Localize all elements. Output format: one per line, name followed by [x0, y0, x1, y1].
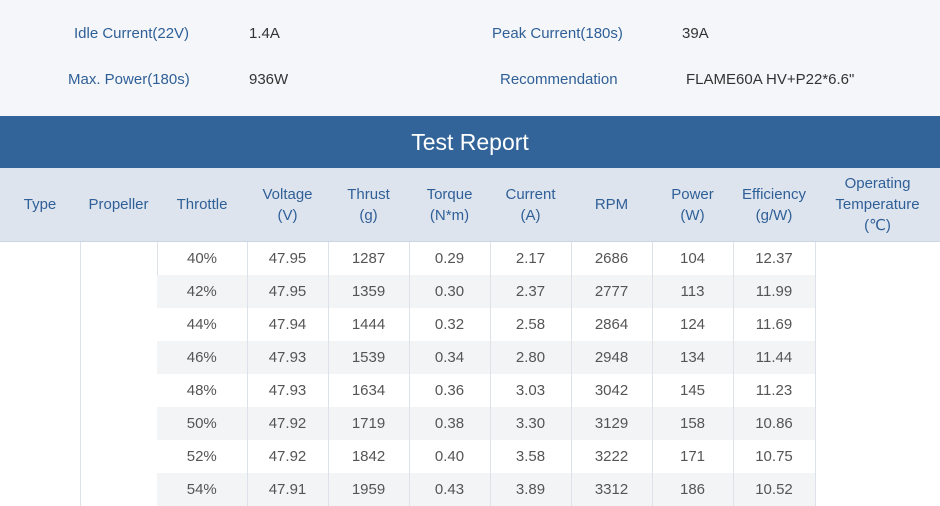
- table-header-row: Type Propeller Throttle Voltage(V) Thrus…: [0, 168, 940, 242]
- recommendation-label: Recommendation: [500, 70, 618, 90]
- max-power-value: 936W: [249, 70, 288, 90]
- type-cell: [0, 242, 80, 506]
- current-cell: 2.37: [490, 275, 571, 308]
- idle-current-value: 1.4A: [249, 24, 280, 44]
- current-cell: 3.03: [490, 374, 571, 407]
- thrust-cell: 1634: [328, 374, 409, 407]
- max-power-label: Max. Power(180s): [68, 70, 190, 90]
- thrust-cell: 1539: [328, 341, 409, 374]
- header-voltage: Voltage(V): [247, 168, 328, 242]
- efficiency-cell: 11.23: [733, 374, 815, 407]
- power-cell: 186: [652, 473, 733, 506]
- table-row: 40% 47.95 1287 0.29 2.17 2686 104 12.37: [0, 242, 940, 276]
- voltage-cell: 47.94: [247, 308, 328, 341]
- rpm-cell: 3222: [571, 440, 652, 473]
- efficiency-cell: 11.69: [733, 308, 815, 341]
- rpm-cell: 2777: [571, 275, 652, 308]
- efficiency-cell: 11.99: [733, 275, 815, 308]
- throttle-cell: 54%: [157, 473, 247, 506]
- voltage-cell: 47.95: [247, 275, 328, 308]
- rpm-cell: 2948: [571, 341, 652, 374]
- header-efficiency: Efficiency(g/W): [733, 168, 815, 242]
- thrust-cell: 1719: [328, 407, 409, 440]
- rpm-cell: 3129: [571, 407, 652, 440]
- current-cell: 2.80: [490, 341, 571, 374]
- voltage-cell: 47.95: [247, 242, 328, 276]
- torque-cell: 0.38: [409, 407, 490, 440]
- efficiency-cell: 11.44: [733, 341, 815, 374]
- recommendation-value: FLAME60A HV+P22*6.6": [686, 70, 854, 90]
- thrust-cell: 1959: [328, 473, 409, 506]
- header-power: Power(W): [652, 168, 733, 242]
- voltage-cell: 47.91: [247, 473, 328, 506]
- throttle-cell: 42%: [157, 275, 247, 308]
- current-cell: 3.89: [490, 473, 571, 506]
- power-cell: 113: [652, 275, 733, 308]
- header-type: Type: [0, 168, 80, 242]
- peak-current-label: Peak Current(180s): [492, 24, 623, 44]
- voltage-cell: 47.93: [247, 341, 328, 374]
- torque-cell: 0.43: [409, 473, 490, 506]
- throttle-cell: 48%: [157, 374, 247, 407]
- idle-current-label: Idle Current(22V): [74, 24, 189, 44]
- torque-cell: 0.30: [409, 275, 490, 308]
- current-cell: 3.30: [490, 407, 571, 440]
- torque-cell: 0.36: [409, 374, 490, 407]
- power-cell: 134: [652, 341, 733, 374]
- rpm-cell: 3312: [571, 473, 652, 506]
- header-temperature: OperatingTemperature(℃): [815, 168, 940, 242]
- thrust-cell: 1842: [328, 440, 409, 473]
- propeller-cell: [80, 242, 157, 506]
- voltage-cell: 47.92: [247, 440, 328, 473]
- voltage-cell: 47.93: [247, 374, 328, 407]
- efficiency-cell: 10.86: [733, 407, 815, 440]
- efficiency-cell: 10.52: [733, 473, 815, 506]
- header-throttle: Throttle: [157, 168, 247, 242]
- test-report-table: Type Propeller Throttle Voltage(V) Thrus…: [0, 168, 940, 506]
- rpm-cell: 2686: [571, 242, 652, 276]
- torque-cell: 0.29: [409, 242, 490, 276]
- torque-cell: 0.34: [409, 341, 490, 374]
- efficiency-cell: 12.37: [733, 242, 815, 276]
- header-current: Current(A): [490, 168, 571, 242]
- power-cell: 124: [652, 308, 733, 341]
- throttle-cell: 40%: [157, 242, 247, 276]
- efficiency-cell: 10.75: [733, 440, 815, 473]
- header-torque: Torque(N*m): [409, 168, 490, 242]
- thrust-cell: 1444: [328, 308, 409, 341]
- throttle-cell: 50%: [157, 407, 247, 440]
- torque-cell: 0.32: [409, 308, 490, 341]
- current-cell: 2.17: [490, 242, 571, 276]
- power-cell: 104: [652, 242, 733, 276]
- throttle-cell: 44%: [157, 308, 247, 341]
- peak-current-value: 39A: [682, 24, 709, 44]
- rpm-cell: 3042: [571, 374, 652, 407]
- header-thrust: Thrust(g): [328, 168, 409, 242]
- throttle-cell: 52%: [157, 440, 247, 473]
- header-rpm: RPM: [571, 168, 652, 242]
- power-cell: 158: [652, 407, 733, 440]
- power-cell: 145: [652, 374, 733, 407]
- current-cell: 2.58: [490, 308, 571, 341]
- header-propeller: Propeller: [80, 168, 157, 242]
- power-cell: 171: [652, 440, 733, 473]
- throttle-cell: 46%: [157, 341, 247, 374]
- voltage-cell: 47.92: [247, 407, 328, 440]
- torque-cell: 0.40: [409, 440, 490, 473]
- thrust-cell: 1287: [328, 242, 409, 276]
- spec-panel: Idle Current(22V) 1.4A Peak Current(180s…: [0, 0, 940, 116]
- temperature-cell: [815, 242, 940, 506]
- current-cell: 3.58: [490, 440, 571, 473]
- thrust-cell: 1359: [328, 275, 409, 308]
- rpm-cell: 2864: [571, 308, 652, 341]
- test-report-title: Test Report: [0, 116, 940, 168]
